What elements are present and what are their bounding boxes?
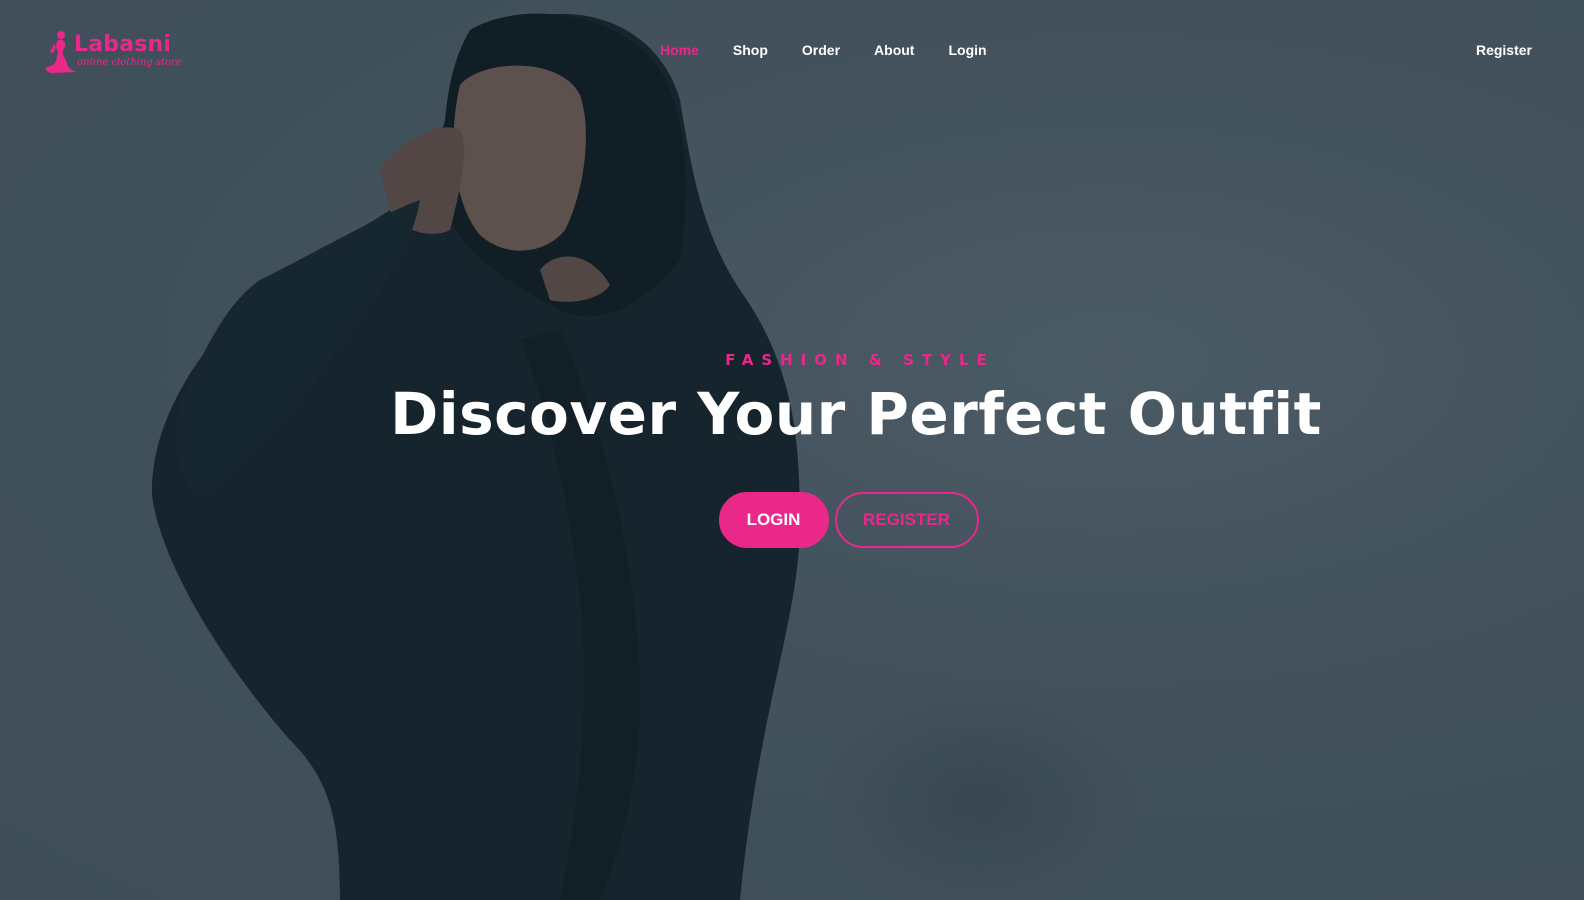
nav-order[interactable]: Order xyxy=(802,40,840,62)
hero-eyebrow: FASHION & STYLE xyxy=(725,351,995,369)
nav-login[interactable]: Login xyxy=(948,40,986,62)
brand-tagline: online clothing store xyxy=(77,57,182,68)
hero-login-button[interactable]: LOGIN xyxy=(718,492,829,548)
brand-logo[interactable]: Labasni online clothing store xyxy=(44,30,194,76)
hero-cta-row: LOGIN REGISTER xyxy=(0,492,1584,548)
nav-register[interactable]: Register xyxy=(1476,40,1532,60)
hero-content: FASHION & STYLE Discover Your Perfect Ou… xyxy=(0,348,1584,548)
nav-home[interactable]: Home xyxy=(660,40,699,62)
main-nav: Home Shop Order About Login xyxy=(660,40,1021,62)
nav-about[interactable]: About xyxy=(874,40,914,62)
dress-figure-icon xyxy=(45,31,77,73)
site-header: Labasni online clothing store Home Shop … xyxy=(0,0,1584,100)
brand-name: Labasni xyxy=(74,32,172,57)
hero-register-button[interactable]: REGISTER xyxy=(834,492,979,548)
nav-shop[interactable]: Shop xyxy=(733,40,768,62)
hero-headline: Discover Your Perfect Outfit xyxy=(390,380,1322,448)
